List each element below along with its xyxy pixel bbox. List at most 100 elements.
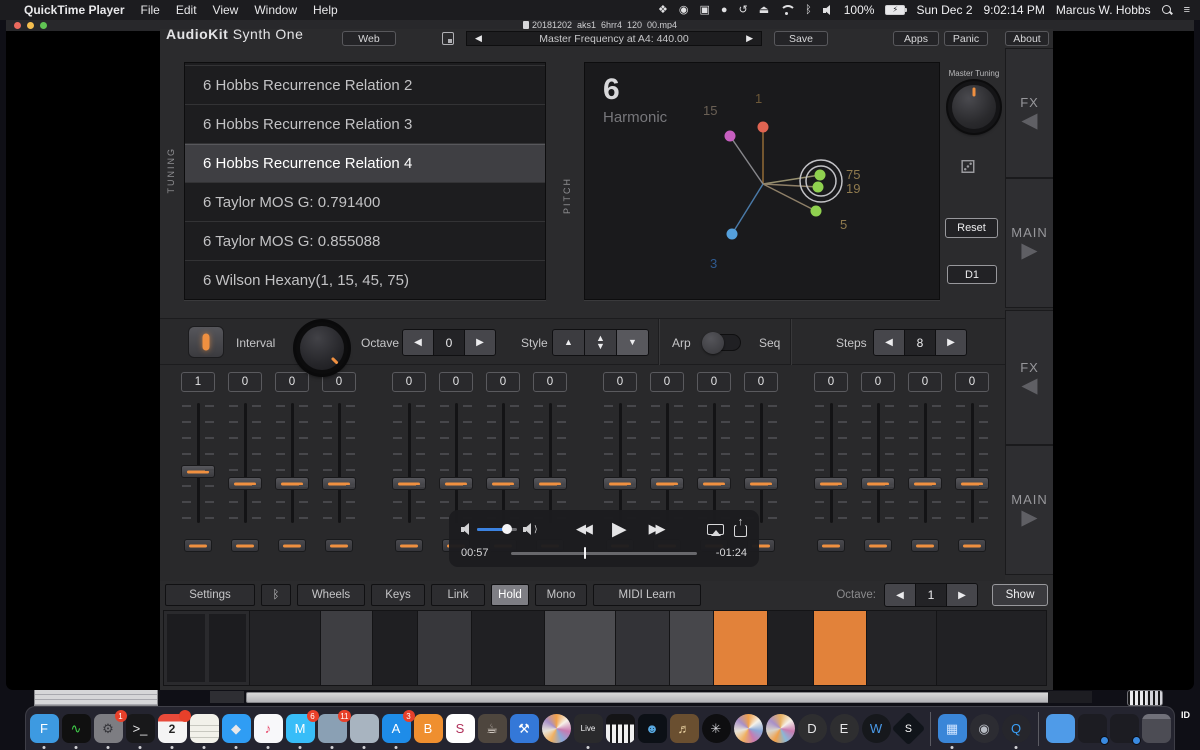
wifi-icon[interactable] [780,5,794,15]
freq-next-button[interactable]: ▶ [738,33,761,44]
keyboard-key[interactable] [670,611,713,685]
tuning-item[interactable]: 6 Taylor MOS G: 0.855088 [185,222,545,261]
slider-value[interactable]: 0 [392,372,426,392]
slider-track[interactable] [908,403,942,523]
volume-min-icon[interactable] [461,524,471,534]
dock-preview-icon[interactable] [350,714,379,743]
keys-button[interactable]: Keys [371,584,425,606]
share-icon[interactable] [734,525,747,537]
slider-track[interactable] [861,403,895,523]
step-enable-button[interactable] [184,539,212,552]
slider-track[interactable] [697,403,731,523]
nav-tab-main-1[interactable]: MAIN▶ [1005,178,1053,308]
step-enable-button[interactable] [325,539,353,552]
dock-midi-keyboard-icon[interactable] [606,714,635,743]
dock-stack-2-icon[interactable] [1110,714,1139,743]
dock-alien-head-icon[interactable]: ☻ [638,714,667,743]
freq-prev-button[interactable]: ◀ [467,33,490,44]
keyboard-key[interactable] [768,611,813,685]
dock-espresso-machine-icon[interactable]: ☕ [478,714,507,743]
keyboard-key[interactable] [209,614,247,682]
menu-edit[interactable]: Edit [176,3,197,17]
dropbox-icon[interactable]: ❖ [658,5,668,16]
dock-safari-icon[interactable]: ◆ [222,714,251,743]
menu-help[interactable]: Help [313,3,338,17]
dock-xcode-icon[interactable]: ⚒ [510,714,539,743]
menu-date[interactable]: Sun Dec 2 [916,3,972,17]
notification-center-icon[interactable]: ≡ [1184,5,1190,16]
slider-handle[interactable] [955,477,989,490]
slider-handle[interactable] [322,477,356,490]
keyboard-key-active[interactable] [714,611,767,685]
step-enable-button[interactable] [864,539,892,552]
toggle-knob[interactable] [702,332,724,354]
keyboard-key[interactable] [616,611,669,685]
octave-decrement-button[interactable]: ◀ [403,330,433,355]
arp-seq-toggle[interactable] [703,334,741,351]
steps-decrement-button[interactable]: ◀ [874,330,904,355]
dock-trash-icon[interactable] [1142,714,1171,743]
dock-letter-d-app-icon[interactable]: D [798,714,827,743]
slider-track[interactable] [603,403,637,523]
background-scrollbar[interactable] [246,692,1070,703]
menu-view[interactable]: View [213,3,239,17]
fast-forward-button[interactable]: ▶▶ [649,521,663,537]
about-button[interactable]: About [1005,31,1049,46]
dock-s-diamond-app-icon[interactable]: S [891,712,925,746]
nav-tab-main-3[interactable]: MAIN▶ [1005,445,1053,575]
slider-value[interactable]: 0 [439,372,473,392]
kb-octave-increment-button[interactable]: ▶ [947,584,977,606]
airplay-icon[interactable]: ⏏ [759,5,769,16]
d1-button[interactable]: D1 [947,265,997,284]
wheels-button[interactable]: Wheels [297,584,365,606]
step-enable-button[interactable] [817,539,845,552]
play-button[interactable]: ▶ [612,518,627,541]
pitch-graph[interactable]: 115751953 [585,63,941,301]
panic-button[interactable]: Panic [944,31,988,46]
slider-value[interactable]: 0 [861,372,895,392]
midi-learn-button[interactable]: MIDI Learn [593,584,701,606]
slider-handle[interactable] [861,477,895,490]
menu-time[interactable]: 9:02:14 PM [984,3,1045,17]
slider-track[interactable] [650,403,684,523]
dock-slack-icon[interactable]: S [446,714,475,743]
slider-handle[interactable] [744,477,778,490]
slider-track[interactable] [275,403,309,523]
step-enable-button[interactable] [395,539,423,552]
keyboard-key[interactable] [867,611,936,685]
slider-handle[interactable] [697,477,731,490]
dock-guitar-amp-icon[interactable]: ♬ [670,714,699,743]
hold-button[interactable]: Hold [491,584,529,606]
video-camera-icon[interactable]: ▣ [699,5,709,16]
dock-terminal-icon[interactable]: >_ [126,714,155,743]
dock-messages-icon[interactable]: M6 [286,714,315,743]
spotlight-icon[interactable] [1162,5,1173,16]
dock-color-wheel-1-icon[interactable] [542,714,571,743]
dock-quicktime-icon[interactable]: Q [1002,714,1031,743]
style-down-button[interactable]: ▼ [617,330,648,355]
slider-handle[interactable] [392,477,426,490]
keyboard-key[interactable] [418,611,471,685]
octave-increment-button[interactable]: ▶ [465,330,495,355]
dock-activity-monitor-icon[interactable]: ∿ [62,714,91,743]
slider-track[interactable] [486,403,520,523]
step-enable-button[interactable] [278,539,306,552]
keyboard-key[interactable] [472,611,544,685]
keyboard-key[interactable] [250,611,320,685]
airplay-display-icon[interactable] [707,524,724,535]
slider-handle[interactable] [439,477,473,490]
settings-button[interactable]: Settings [165,584,255,606]
adobe-cc-icon[interactable]: ◉ [679,5,689,16]
web-button[interactable]: Web [342,31,396,46]
battery-percent[interactable]: 100% [844,3,875,17]
seek-bar[interactable] [511,552,697,555]
master-tuning-knob[interactable] [948,81,1000,133]
slider-handle[interactable] [486,477,520,490]
slider-track[interactable] [533,403,567,523]
dock-color-wheel-3-icon[interactable] [766,714,795,743]
slider-value[interactable]: 1 [181,372,215,392]
keyboard-key[interactable] [545,611,615,685]
slider-value[interactable]: 0 [228,372,262,392]
dock-film-reel-icon[interactable]: ◉ [970,714,999,743]
step-enable-button[interactable] [231,539,259,552]
